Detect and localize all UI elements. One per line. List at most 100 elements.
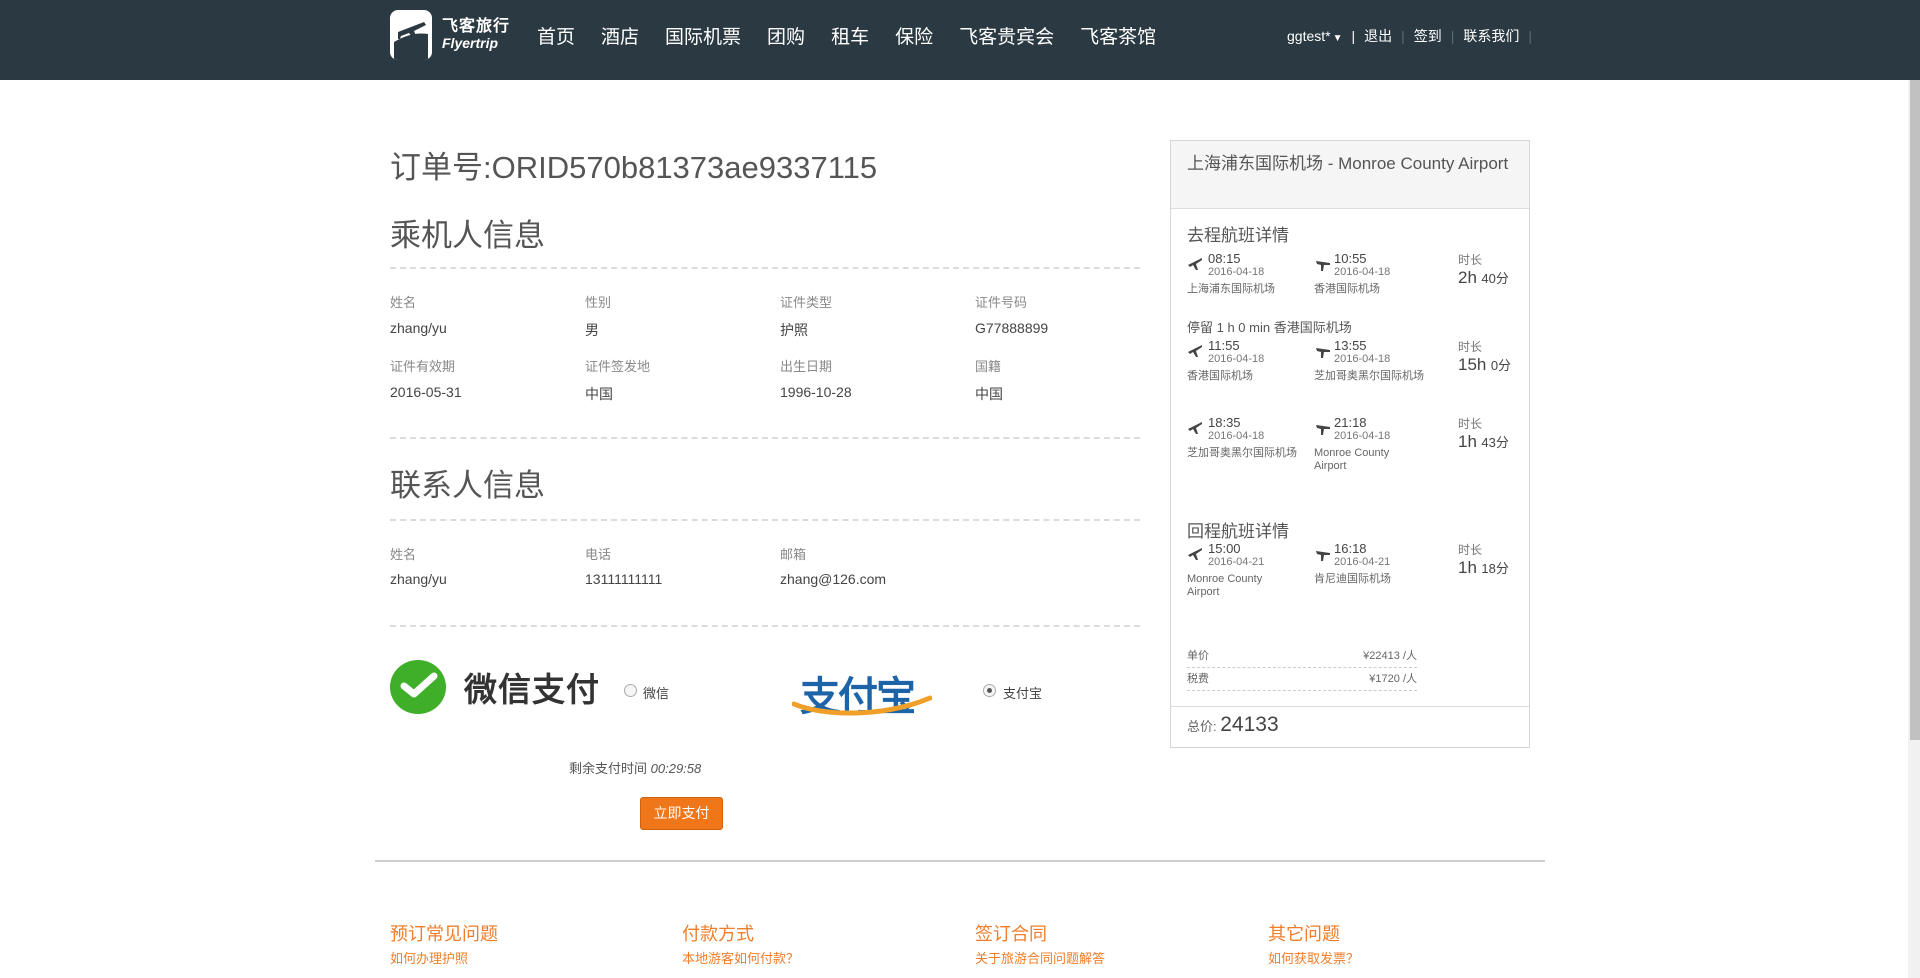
duration-hours: 2h [1458, 268, 1477, 287]
duration-label: 时长 [1458, 253, 1483, 267]
contact-info-title: 联系人信息 [390, 468, 545, 503]
arrival-plane-icon [1316, 551, 1330, 561]
duration-minutes: 0分 [1490, 358, 1512, 373]
separator: | [1351, 28, 1356, 44]
wechat-pay-logo[interactable]: 微信支付 [390, 660, 600, 714]
payment-countdown: 剩余支付时间 00:29:58 [569, 758, 701, 777]
countdown-label: 剩余支付时间 [569, 761, 648, 776]
nav-item-car-rental[interactable]: 租车 [831, 22, 869, 49]
nav-item-home[interactable]: 首页 [537, 22, 575, 49]
passenger-id-expiry-label: 证件有效期 [390, 359, 456, 374]
duration-hours: 15h [1458, 355, 1487, 374]
alipay-radio-label[interactable]: 支付宝 [1003, 683, 1042, 702]
departure-plane-icon [1188, 422, 1202, 434]
separator: | [1401, 28, 1405, 44]
logout-link[interactable]: 退出 [1364, 26, 1392, 46]
unit-price-label: 单价 [1187, 650, 1209, 662]
footer-column-payment: 付款方式 本地游客如何付款？ [682, 920, 799, 967]
alipay-logo[interactable]: 支付宝 [792, 664, 932, 720]
footer-link[interactable]: 如何获取发票？ [1268, 948, 1359, 967]
footer-column-booking: 预订常见问题 如何办理护照 [390, 920, 498, 967]
flight-segment: 08:15 2016-04-18 上海浦东国际机场 10:55 2016-04-… [1187, 251, 1517, 311]
passenger-birthdate-label: 出生日期 [780, 359, 833, 374]
footer-link[interactable]: 如何办理护照 [390, 948, 498, 967]
nav-item-vip-club[interactable]: 飞客贵宾会 [959, 22, 1054, 49]
contact-phone-label: 电话 [585, 547, 612, 562]
contact-name-value: zhang/yu [390, 571, 447, 587]
duration-value: 1h 18分 [1458, 558, 1509, 578]
scrollbar-thumb[interactable] [1910, 80, 1920, 740]
footer-link[interactable]: 关于旅游合同问题解答 [975, 948, 1105, 967]
pay-now-button[interactable]: 立即支付 [640, 797, 723, 830]
duration-value: 15h 0分 [1458, 355, 1511, 375]
departure-airport: 香港国际机场 [1187, 370, 1253, 382]
arrival-plane-icon [1316, 261, 1330, 271]
footer-heading: 付款方式 [682, 924, 754, 944]
footer-column-contract: 签订合同 关于旅游合同问题解答 [975, 920, 1105, 967]
wechat-radio-label[interactable]: 微信 [643, 683, 669, 702]
passenger-nationality-label: 国籍 [975, 359, 1002, 374]
nav-item-group-buy[interactable]: 团购 [767, 22, 805, 49]
separator: | [1528, 28, 1533, 44]
passenger-nationality-value: 中国 [975, 386, 1003, 402]
duration-minutes: 40分 [1481, 271, 1509, 286]
main-nav: 首页 酒店 国际机票 团购 租车 保险 飞客贵宾会 飞客茶馆 [537, 22, 1182, 49]
arrival-date: 2016-04-21 [1334, 556, 1391, 568]
passenger-info-title: 乘机人信息 [390, 218, 545, 253]
divider [390, 519, 1140, 521]
passenger-id-expiry-value: 2016-05-31 [390, 384, 462, 400]
arrival-date: 2016-04-18 [1334, 430, 1391, 442]
plane-logo-icon [390, 10, 432, 60]
departure-time: 08:15 [1208, 251, 1241, 266]
passenger-id-issue-place-value: 中国 [585, 386, 613, 402]
passenger-gender-value: 男 [585, 322, 599, 338]
arrival-airport: Monroe County Airport [1314, 447, 1390, 472]
divider [390, 267, 1140, 269]
alipay-radio[interactable] [983, 684, 996, 697]
divider [390, 437, 1140, 439]
checkin-link[interactable]: 签到 [1414, 26, 1442, 46]
tax-row: 税费 ¥1720 /人 [1187, 670, 1417, 691]
chevron-down-icon: ▼ [1332, 33, 1343, 44]
departure-date: 2016-04-18 [1208, 353, 1265, 365]
total-label: 总价: [1187, 719, 1217, 734]
arrival-date: 2016-04-18 [1334, 353, 1391, 365]
site-logo[interactable]: 飞客旅行 Flyertrip [390, 10, 510, 60]
top-navigation-bar: 飞客旅行 Flyertrip 首页 酒店 国际机票 团购 租车 保险 飞客贵宾会… [0, 0, 1920, 80]
nav-item-teahouse[interactable]: 飞客茶馆 [1080, 22, 1156, 49]
user-bar: ggtest* ▼ | 退出 | 签到 | 联系我们 | [1287, 26, 1541, 46]
departure-plane-icon [1188, 345, 1202, 357]
departure-date: 2016-04-21 [1208, 556, 1265, 568]
duration-minutes: 18分 [1481, 561, 1509, 576]
arrival-airport: 芝加哥奥黑尔国际机场 [1314, 370, 1424, 382]
passenger-name-value: zhang/yu [390, 320, 447, 336]
duration-minutes: 43分 [1481, 435, 1509, 450]
nav-item-insurance[interactable]: 保险 [895, 22, 933, 49]
nav-item-hotel[interactable]: 酒店 [601, 22, 639, 49]
departure-plane-icon [1188, 548, 1202, 560]
passenger-name-label: 姓名 [390, 295, 417, 310]
footer-link[interactable]: 本地游客如何付款？ [682, 948, 799, 967]
flight-segment: 11:55 2016-04-18 香港国际机场 13:55 2016-04-18… [1187, 338, 1517, 398]
footer-divider [375, 860, 1545, 862]
unit-price-value: ¥22413 /人 [1363, 650, 1417, 662]
total-value: 24133 [1220, 713, 1279, 736]
nav-item-intl-flights[interactable]: 国际机票 [665, 22, 741, 49]
departure-airport: 芝加哥奥黑尔国际机场 [1187, 447, 1297, 459]
divider [1171, 706, 1529, 707]
alipay-swoosh-icon [792, 695, 932, 716]
departure-airport: Monroe County Airport [1187, 573, 1263, 598]
contact-email-value: zhang@126.com [780, 571, 887, 587]
contact-us-link[interactable]: 联系我们 [1463, 26, 1519, 46]
departure-plane-icon [1188, 258, 1202, 270]
countdown-value: 00:29:58 [650, 761, 702, 776]
separator: | [1450, 28, 1455, 44]
contact-name-label: 姓名 [390, 547, 417, 562]
user-menu[interactable]: ggtest* ▼ [1287, 28, 1343, 44]
wechat-radio[interactable] [624, 684, 637, 697]
duration-hours: 1h [1458, 558, 1477, 577]
departure-time: 11:55 [1208, 338, 1240, 353]
footer-column-other: 其它问题 如何获取发票？ [1268, 920, 1359, 967]
passenger-id-issue-place-label: 证件签发地 [585, 359, 651, 374]
departure-time: 15:00 [1208, 541, 1241, 556]
